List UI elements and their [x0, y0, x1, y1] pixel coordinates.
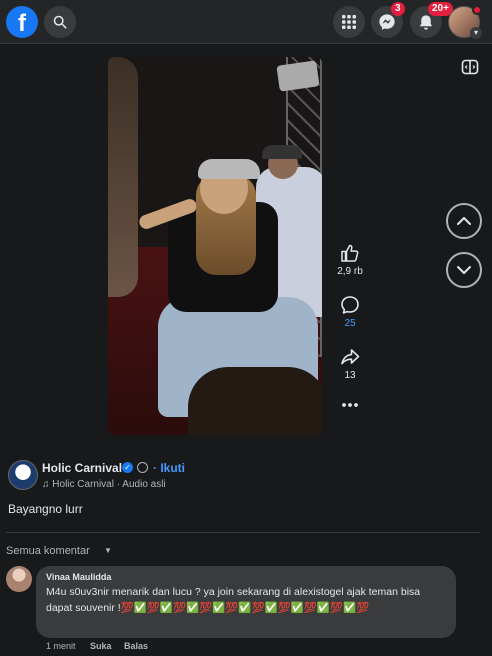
chevron-down-icon[interactable]: ▾	[470, 27, 482, 39]
comment-icon	[341, 296, 359, 314]
previous-reel-button[interactable]	[446, 203, 482, 239]
notifications-button[interactable]: 20+	[410, 2, 453, 38]
messenger-button[interactable]: 3	[371, 2, 405, 38]
left-dancer	[108, 57, 138, 297]
author-avatar[interactable]	[8, 460, 38, 490]
comment-button[interactable]: 25	[330, 295, 370, 329]
messenger-icon	[379, 14, 395, 30]
comment-count: 25	[344, 318, 356, 329]
dot-separator: ·	[153, 461, 157, 475]
reel-video[interactable]	[108, 57, 322, 435]
more-icon	[342, 403, 358, 407]
post-caption: Bayangno lurr	[8, 502, 83, 516]
sidebar-toggle-button[interactable]	[461, 58, 479, 76]
menu-grid-icon	[342, 15, 356, 29]
audio-label: Holic Carnival · Audio asli	[52, 479, 166, 490]
like-icon	[341, 244, 359, 262]
share-icon	[341, 349, 360, 365]
comment-author[interactable]: Vinaa Maulidda	[46, 572, 446, 582]
like-count: 2,9 rb	[337, 266, 363, 277]
comment-like-link[interactable]: Suka	[90, 641, 112, 651]
like-button[interactable]: 2,9 rb	[330, 243, 370, 277]
comment-time[interactable]: 1 menit	[46, 641, 76, 651]
follow-link[interactable]: · Ikuti	[153, 461, 185, 475]
comment-sort-dropdown[interactable]: Semua komentar	[6, 545, 90, 557]
commenter-avatar[interactable]	[6, 566, 32, 592]
stage-light	[276, 60, 320, 92]
audio-info[interactable]: ♫ Holic Carnival · Audio asli	[42, 479, 166, 490]
search-button[interactable]	[44, 6, 76, 38]
status-dot	[472, 5, 482, 15]
man-cap	[262, 145, 302, 159]
messenger-badge: 3	[391, 2, 405, 16]
chevron-down-icon[interactable]: ▼	[104, 546, 112, 555]
next-reel-button[interactable]	[446, 252, 482, 288]
bell-icon	[419, 14, 433, 30]
dancer-cap	[198, 159, 260, 179]
follow-label[interactable]: Ikuti	[160, 461, 185, 475]
divider	[6, 532, 480, 533]
search-icon	[53, 15, 67, 29]
top-navigation-bar: f 3 20+ ▾	[0, 0, 492, 44]
more-options-button[interactable]	[330, 402, 370, 408]
chevron-down-icon	[457, 266, 471, 274]
facebook-logo-icon[interactable]: f	[6, 6, 38, 38]
comment-reply-link[interactable]: Balas	[124, 641, 148, 651]
share-button[interactable]: 13	[330, 347, 370, 381]
share-count: 13	[344, 370, 356, 381]
sidebar-toggle-icon	[461, 59, 479, 75]
globe-icon	[137, 462, 148, 473]
menu-button[interactable]	[333, 6, 365, 38]
crowd-silhouette	[188, 367, 322, 435]
comment-bubble: Vinaa Maulidda M4u s0uv3nir menarik dan …	[36, 566, 456, 638]
music-note-icon: ♫	[42, 479, 50, 490]
verified-icon: ✓	[122, 462, 133, 473]
chevron-up-icon	[457, 217, 471, 225]
comment-text: M4u s0uv3nir menarik dan lucu ? ya join …	[46, 586, 421, 614]
author-name[interactable]: Holic Carnival	[42, 461, 122, 475]
